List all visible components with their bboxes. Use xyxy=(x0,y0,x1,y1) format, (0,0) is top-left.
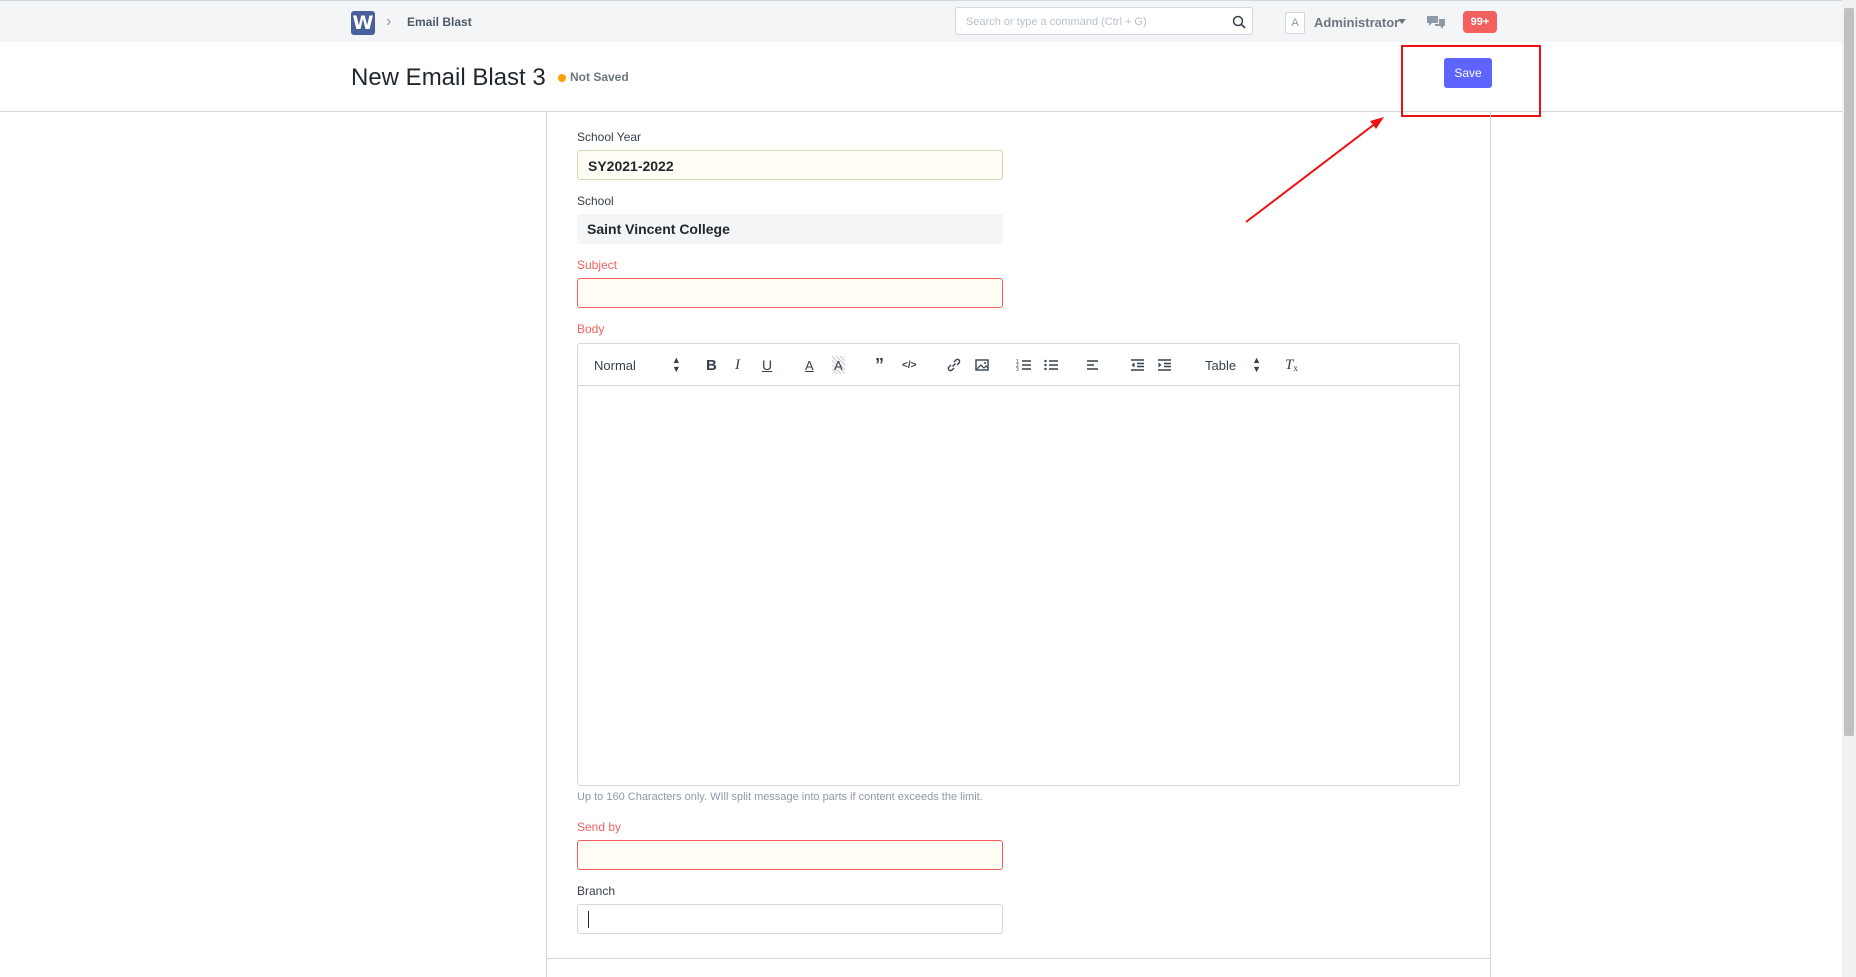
search-input[interactable]: Search or type a command (Ctrl + G) xyxy=(955,7,1253,35)
breadcrumb-email-blast[interactable]: Email Blast xyxy=(407,15,472,29)
highlight-box xyxy=(1401,45,1541,117)
underline-icon[interactable]: U xyxy=(762,356,772,374)
status-indicator-icon xyxy=(558,74,566,82)
select-arrows-icon: ▲ ▼ xyxy=(671,355,681,374)
svg-text:3: 3 xyxy=(1016,367,1019,373)
subject-label: Subject xyxy=(577,258,618,272)
clear-format-icon[interactable]: Tx xyxy=(1285,356,1298,374)
divider xyxy=(546,958,1491,959)
search-icon[interactable] xyxy=(1231,14,1247,30)
page-head: New Email Blast 3 Not Saved xyxy=(0,42,1842,112)
chevron-down-icon[interactable] xyxy=(1398,19,1406,24)
chat-icon[interactable] xyxy=(1425,13,1447,31)
subject-field[interactable] xyxy=(577,278,1003,308)
select-arrows-icon: ▲ ▼ xyxy=(1252,355,1261,374)
scrollbar-thumb[interactable] xyxy=(1844,8,1854,736)
send-by-label: Send by xyxy=(577,820,622,834)
app-logo[interactable]: W xyxy=(351,11,375,35)
branch-label: Branch xyxy=(577,884,616,898)
body-editor[interactable]: Normal ▲ ▼ B I U A A ” </> 123 Table ▲ ▼… xyxy=(577,343,1460,786)
status-badge: Not Saved xyxy=(570,70,629,84)
indent-icon[interactable] xyxy=(1156,356,1172,374)
background-color-icon[interactable]: A xyxy=(832,356,845,374)
send-by-field[interactable] xyxy=(577,840,1003,870)
image-icon[interactable] xyxy=(974,356,990,374)
body-label: Body xyxy=(577,322,605,336)
italic-icon[interactable]: I xyxy=(735,356,740,374)
school-year-field[interactable]: SY2021-2022 xyxy=(577,150,1003,180)
outdent-icon[interactable] xyxy=(1129,356,1145,374)
blockquote-icon[interactable]: ” xyxy=(875,355,884,375)
bullet-list-icon[interactable] xyxy=(1043,356,1059,374)
navbar: W › Email Blast Search or type a command… xyxy=(0,0,1842,43)
editor-toolbar: Normal ▲ ▼ B I U A A ” </> 123 Table ▲ ▼… xyxy=(578,344,1459,386)
ordered-list-icon[interactable]: 123 xyxy=(1016,356,1032,374)
link-icon[interactable] xyxy=(946,356,962,374)
format-select-label: Normal xyxy=(594,357,636,373)
table-select-label: Table xyxy=(1205,357,1237,373)
table-select[interactable]: Table ▲ ▼ xyxy=(1205,356,1261,374)
breadcrumb-chevron-icon: › xyxy=(386,13,392,30)
code-block-icon[interactable]: </> xyxy=(902,356,916,374)
avatar[interactable]: A xyxy=(1285,12,1305,34)
body-help-text: Up to 160 Characters only. WIll split me… xyxy=(577,791,983,803)
search-placeholder: Search or type a command (Ctrl + G) xyxy=(966,16,1147,28)
school-field: Saint Vincent College xyxy=(577,214,1003,244)
align-left-icon[interactable] xyxy=(1085,356,1101,374)
bold-icon[interactable]: B xyxy=(706,356,717,374)
format-select[interactable]: Normal ▲ ▼ xyxy=(594,356,681,374)
school-year-label: School Year xyxy=(577,130,642,144)
branch-field[interactable] xyxy=(577,904,1003,934)
school-label: School xyxy=(577,194,614,208)
page-title: New Email Blast 3 xyxy=(351,64,546,91)
user-menu[interactable]: Administrator xyxy=(1314,15,1399,30)
text-color-icon[interactable]: A xyxy=(805,356,814,374)
notifications-badge[interactable]: 99+ xyxy=(1463,11,1497,33)
text-cursor xyxy=(588,911,589,928)
